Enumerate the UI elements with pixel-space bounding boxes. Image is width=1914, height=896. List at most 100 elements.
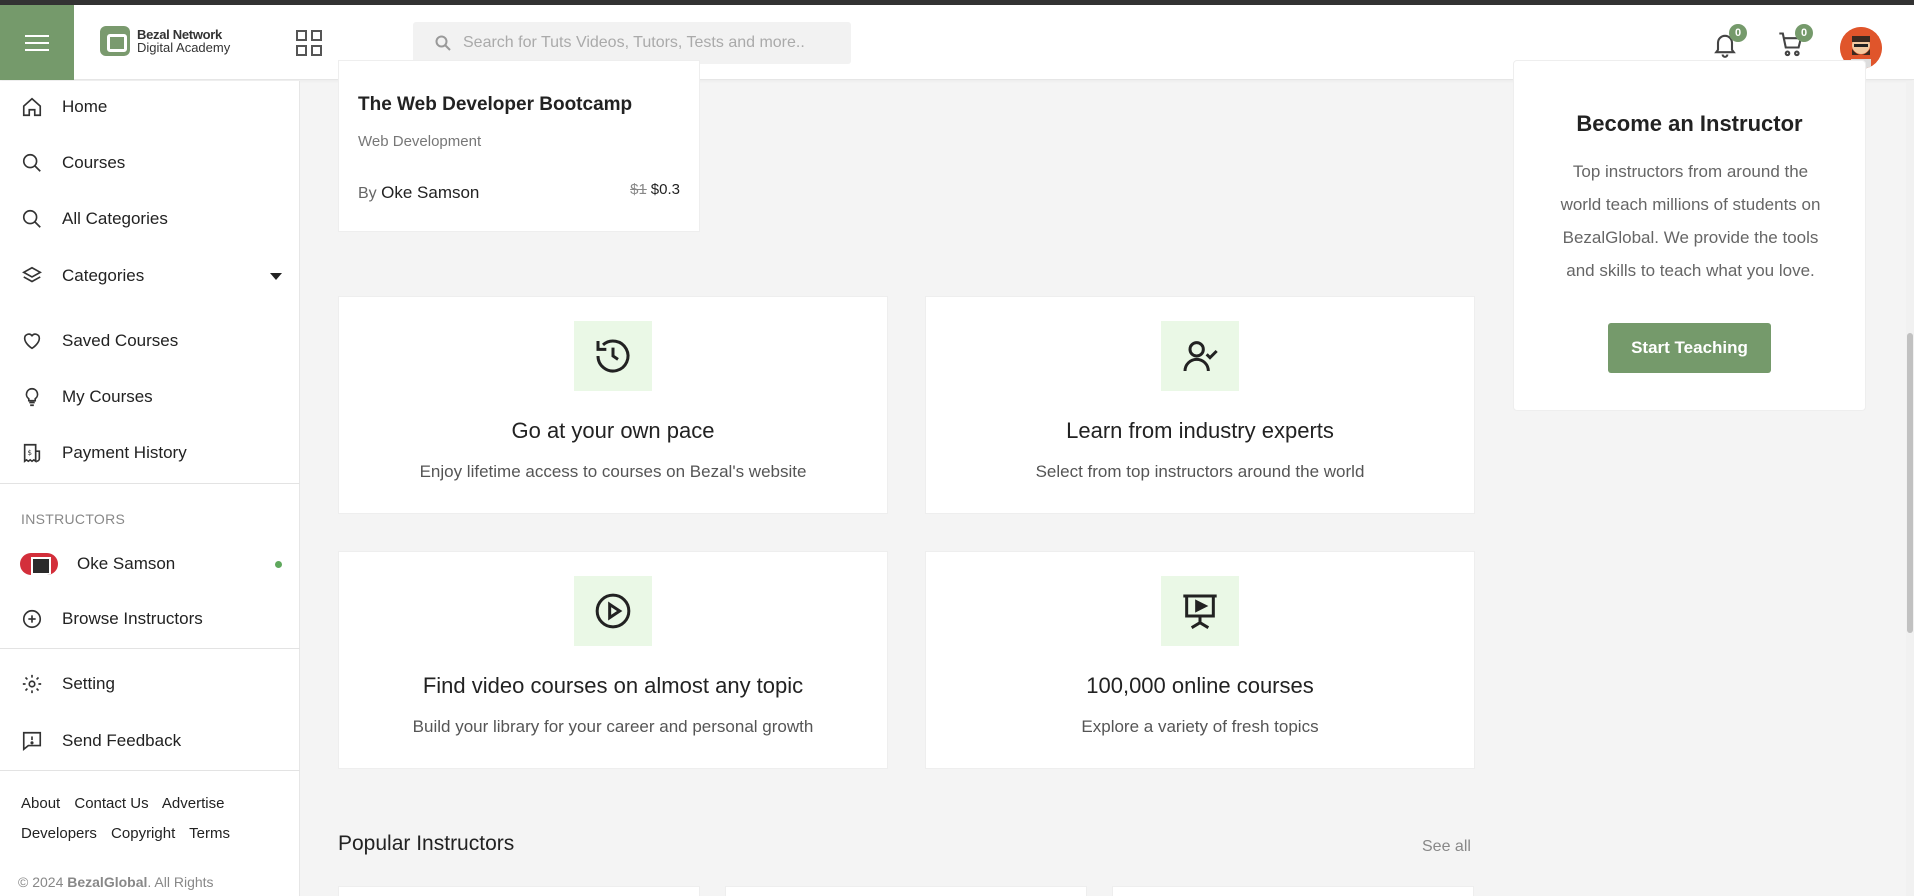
- copyright-prefix: © 2024: [18, 874, 68, 890]
- search-icon: [20, 151, 44, 175]
- instructor-card[interactable]: [338, 886, 700, 896]
- sidebar-divider: [0, 648, 300, 649]
- footer-link-copyright[interactable]: Copyright: [111, 825, 175, 842]
- sidebar-item-label: Payment History: [62, 443, 187, 462]
- hamburger-icon: [25, 34, 49, 51]
- course-price: $1 $0.3: [630, 181, 680, 198]
- course-current-price: $0.3: [650, 181, 680, 198]
- sidebar-item-courses[interactable]: Courses: [0, 143, 300, 183]
- search-input[interactable]: [463, 34, 843, 52]
- course-title[interactable]: The Web Developer Bootcamp: [358, 94, 632, 116]
- sidebar-item-my-courses[interactable]: My Courses: [0, 377, 300, 417]
- grid-icon: [296, 30, 322, 56]
- feature-title: Find video courses on almost any topic: [422, 673, 804, 698]
- search-bar: [413, 22, 851, 64]
- plus-circle-icon: [20, 607, 44, 631]
- instructors-heading: INSTRUCTORS: [21, 511, 126, 527]
- receipt-icon: $: [20, 441, 44, 465]
- notifications-button[interactable]: 0: [1711, 24, 1747, 58]
- feature-description: Select from top instructors around the w…: [1035, 462, 1365, 481]
- sidebar-item-label: My Courses: [62, 387, 153, 406]
- sidebar-item-label: Home: [62, 97, 108, 116]
- menu-toggle-button[interactable]: [0, 5, 74, 80]
- sidebar-item-label: Courses: [62, 153, 126, 172]
- sidebar-item-label: Categories: [62, 266, 145, 285]
- sidebar: Home Courses All Categories Categories S…: [0, 81, 300, 896]
- user-check-icon: [1161, 321, 1239, 391]
- footer-link-about[interactable]: About: [21, 795, 60, 812]
- search-icon: [20, 207, 44, 231]
- instructor-name: Oke Samson: [77, 554, 176, 573]
- home-icon: [20, 95, 44, 119]
- svg-text:$: $: [27, 448, 32, 457]
- start-teaching-button[interactable]: Start Teaching: [1608, 323, 1771, 373]
- cart-button[interactable]: 0: [1777, 24, 1813, 58]
- sidebar-divider: [0, 770, 300, 771]
- footer-link-terms[interactable]: Terms: [189, 825, 230, 842]
- course-card[interactable]: The Web Developer Bootcamp Web Developme…: [338, 60, 700, 232]
- sidebar-item-label: Setting: [62, 674, 115, 693]
- history-icon: [574, 321, 652, 391]
- become-instructor-title: Become an Instructor: [1576, 111, 1803, 136]
- footer-link-advertise[interactable]: Advertise: [162, 795, 225, 812]
- apps-grid-button[interactable]: [296, 30, 322, 56]
- lightbulb-icon: [20, 385, 44, 409]
- course-by-prefix: By: [358, 185, 382, 202]
- sidebar-item-categories[interactable]: Categories: [0, 256, 300, 296]
- feedback-icon: [20, 729, 44, 753]
- sidebar-item-home[interactable]: Home: [0, 87, 300, 127]
- become-instructor-description: Top instructors from around the world te…: [1560, 162, 1821, 280]
- footer-link-developers[interactable]: Developers: [21, 825, 97, 842]
- copyright-text: © 2024 BezalGlobal. All Rights: [18, 874, 214, 890]
- sidebar-item-label: Send Feedback: [62, 731, 182, 750]
- scrollbar-thumb[interactable]: [1907, 333, 1913, 633]
- sidebar-item-payment-history[interactable]: $ Payment History: [0, 433, 300, 473]
- layers-icon: [20, 264, 44, 288]
- footer-links-row-1: About Contact Us Advertise: [21, 795, 234, 812]
- gear-icon: [20, 672, 44, 696]
- become-instructor-card: Become an Instructor Top instructors fro…: [1513, 60, 1866, 411]
- logo-line-2: Digital Academy: [137, 40, 231, 55]
- feature-description: Explore a variety of fresh topics: [1081, 717, 1319, 736]
- instructor-avatar: [20, 553, 58, 575]
- feature-card-online-courses: 100,000 online courses Explore a variety…: [925, 551, 1475, 769]
- feature-card-video-courses: Find video courses on almost any topic B…: [338, 551, 888, 769]
- course-author-name[interactable]: Oke Samson: [381, 183, 479, 202]
- cart-badge: 0: [1795, 24, 1813, 42]
- play-circle-icon: [574, 576, 652, 646]
- logo[interactable]: Bezal Network Digital Academy: [100, 26, 230, 56]
- copyright-suffix: . All Rights: [147, 874, 214, 890]
- popular-instructors-title: Popular Instructors: [338, 832, 515, 855]
- sidebar-item-setting[interactable]: Setting: [0, 664, 300, 704]
- logo-icon: [100, 26, 130, 56]
- feature-card-own-pace: Go at your own pace Enjoy lifetime acces…: [338, 296, 888, 514]
- copyright-brand: BezalGlobal: [67, 874, 148, 890]
- sidebar-item-send-feedback[interactable]: Send Feedback: [0, 721, 300, 761]
- feature-title: Learn from industry experts: [1066, 418, 1334, 443]
- course-category: Web Development: [358, 133, 482, 150]
- sidebar-item-all-categories[interactable]: All Categories: [0, 199, 300, 239]
- sidebar-item-browse-instructors[interactable]: Browse Instructors: [0, 599, 300, 639]
- feature-card-industry-experts: Learn from industry experts Select from …: [925, 296, 1475, 514]
- instructor-card[interactable]: [725, 886, 1087, 896]
- instructor-card[interactable]: [1112, 886, 1474, 896]
- course-old-price: $1: [630, 181, 647, 198]
- heart-icon: [20, 329, 44, 353]
- see-all-link[interactable]: See all: [1422, 838, 1471, 856]
- course-author: By Oke Samson: [358, 183, 479, 203]
- presentation-icon: [1161, 576, 1239, 646]
- feature-title: Go at your own pace: [511, 418, 715, 443]
- feature-description: Build your library for your career and p…: [412, 717, 814, 736]
- sidebar-instructor-item[interactable]: Oke Samson: [0, 546, 300, 582]
- sidebar-item-saved-courses[interactable]: Saved Courses: [0, 321, 300, 361]
- sidebar-divider: [0, 483, 300, 484]
- footer-links-row-2: Developers Copyright Terms: [21, 825, 240, 842]
- feature-title: 100,000 online courses: [1086, 673, 1314, 698]
- search-icon: [435, 35, 451, 51]
- feature-description: Enjoy lifetime access to courses on Beza…: [419, 462, 807, 481]
- footer-link-contact-us[interactable]: Contact Us: [74, 795, 148, 812]
- sidebar-item-label: Saved Courses: [62, 331, 179, 350]
- notifications-badge: 0: [1729, 24, 1747, 42]
- sidebar-item-label: All Categories: [62, 209, 168, 228]
- online-status-dot: [275, 560, 282, 568]
